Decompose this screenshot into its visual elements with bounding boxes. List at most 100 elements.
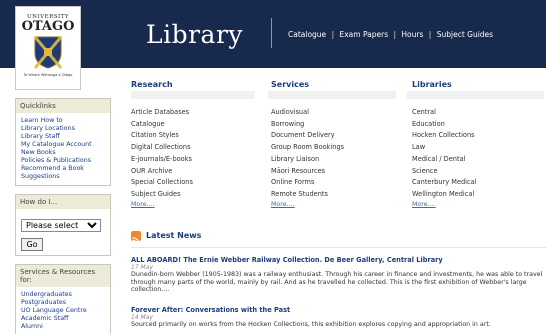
latest-news-label: Latest News: [146, 231, 202, 240]
research-link[interactable]: OUR Archive: [131, 167, 172, 175]
quicklink-item[interactable]: Library Staff: [21, 133, 105, 141]
news-item: ALL ABOARD! The Ernie Webber Railway Col…: [131, 256, 544, 294]
top-nav-catalogue[interactable]: Catalogue: [288, 30, 326, 39]
services-link[interactable]: Audiovisual: [271, 108, 309, 116]
research-link[interactable]: Special Collections: [131, 178, 193, 186]
news-title-link[interactable]: ALL ABOARD! The Ernie Webber Railway Col…: [131, 256, 544, 264]
services-column: Services Audiovisual Borrowing Document …: [271, 80, 344, 209]
site-header: UNIVERSITY OTAGO Te Whare Wānanga o Otāg…: [0, 0, 546, 90]
research-list: Article Databases Catalogue Citation Sty…: [131, 107, 193, 201]
top-nav-exam-papers[interactable]: Exam Papers: [339, 30, 388, 39]
quicklink-item[interactable]: New Books: [21, 149, 105, 157]
list-item: Group Room Bookings: [271, 142, 344, 154]
libraries-heading: Libraries: [412, 80, 452, 89]
top-nav-separator: |: [428, 30, 432, 39]
latest-news-heading: Latest News: [131, 231, 201, 240]
news-date: 17 May: [131, 264, 153, 271]
quicklink-item[interactable]: Recommend a Book: [21, 165, 105, 173]
research-more-link[interactable]: More....: [131, 201, 193, 209]
list-item: Audiovisual: [271, 107, 344, 119]
list-item: Subject Guides: [131, 189, 193, 201]
audience-link[interactable]: Alumni: [21, 323, 105, 331]
research-link[interactable]: Digital Collections: [131, 143, 191, 151]
research-link[interactable]: Citation Styles: [131, 131, 179, 139]
audience-link[interactable]: Undergraduates: [21, 291, 105, 299]
research-column: Research Article Databases Catalogue Cit…: [131, 80, 193, 209]
news-summary: Sourced primarily on works from the Hock…: [131, 321, 491, 328]
logo-otago-text: OTAGO: [21, 19, 75, 34]
libraries-link[interactable]: Science: [412, 167, 438, 175]
list-item: Medical / Dental: [412, 154, 477, 166]
quicklinks-box: Quicklinks Learn How to Library Location…: [15, 98, 111, 186]
libraries-link[interactable]: Wellington Medical: [412, 190, 474, 198]
services-link[interactable]: Remote Students: [271, 190, 328, 198]
list-item: Central: [412, 107, 477, 119]
audience-link[interactable]: Academic Staff: [21, 315, 105, 323]
services-more-link[interactable]: More....: [271, 201, 344, 209]
list-item: Hocken Collections: [412, 130, 477, 142]
news-item: Forever After: Conversations with the Pa…: [131, 306, 544, 329]
list-item: Māori Resources: [271, 166, 344, 178]
services-resources-box: Services & Resources for: Undergraduates…: [15, 264, 111, 334]
quicklink-item[interactable]: My Catalogue Account: [21, 141, 105, 149]
list-item: OUR Archive: [131, 166, 193, 178]
news-title-link[interactable]: Forever After: Conversations with the Pa…: [131, 306, 544, 314]
research-link[interactable]: E-journals/E-books: [131, 155, 192, 163]
list-item: Library Liaison: [271, 154, 344, 166]
crest-icon: [33, 36, 63, 69]
quicklinks-heading: Quicklinks: [16, 99, 110, 113]
libraries-link[interactable]: Law: [412, 143, 425, 151]
page-title: Library: [146, 20, 244, 49]
top-nav: Catalogue | Exam Papers | Hours | Subjec…: [288, 30, 493, 39]
top-nav-hours[interactable]: Hours: [401, 30, 423, 39]
services-list: Audiovisual Borrowing Document Delivery …: [271, 107, 344, 201]
libraries-column: Libraries Central Education Hocken Colle…: [412, 80, 477, 209]
list-item: Catalogue: [131, 119, 193, 131]
quicklink-item[interactable]: Policies & Publications: [21, 157, 105, 165]
go-button[interactable]: Go: [21, 238, 43, 251]
services-link[interactable]: Borrowing: [271, 120, 304, 128]
services-link[interactable]: Group Room Bookings: [271, 143, 344, 151]
audience-link[interactable]: Postgraduates: [21, 299, 105, 307]
news-date: 14 May: [131, 314, 153, 321]
list-item: Special Collections: [131, 177, 193, 189]
libraries-link[interactable]: Central: [412, 108, 436, 116]
services-link[interactable]: Document Delivery: [271, 131, 335, 139]
how-do-i-heading: How do I...: [16, 195, 110, 209]
list-item: Borrowing: [271, 119, 344, 131]
list-item: Canterbury Medical: [412, 177, 477, 189]
list-item: Wellington Medical: [412, 189, 477, 201]
quicklink-item[interactable]: Suggestions: [21, 173, 105, 181]
research-link[interactable]: Catalogue: [131, 120, 165, 128]
libraries-list: Central Education Hocken Collections Law…: [412, 107, 477, 201]
list-item: Education: [412, 119, 477, 131]
libraries-more-link[interactable]: More....: [412, 201, 477, 209]
research-link[interactable]: Subject Guides: [131, 190, 181, 198]
libraries-link[interactable]: Education: [412, 120, 445, 128]
university-logo[interactable]: UNIVERSITY OTAGO Te Whare Wānanga o Otāg…: [15, 6, 81, 90]
libraries-link[interactable]: Hocken Collections: [412, 131, 475, 139]
news-divider: [131, 247, 546, 248]
list-item: Document Delivery: [271, 130, 344, 142]
list-item: Citation Styles: [131, 130, 193, 142]
left-sidebar: Quicklinks Learn How to Library Location…: [15, 68, 111, 334]
quicklink-item[interactable]: Learn How to: [21, 117, 105, 125]
list-item: Law: [412, 142, 477, 154]
how-do-i-select[interactable]: Please select: [21, 219, 101, 232]
services-link[interactable]: Māori Resources: [271, 167, 325, 175]
services-link[interactable]: Online Forms: [271, 178, 314, 186]
services-heading: Services: [271, 80, 310, 89]
libraries-link[interactable]: Canterbury Medical: [412, 178, 477, 186]
quicklink-item[interactable]: Library Locations: [21, 125, 105, 133]
services-link[interactable]: Library Liaison: [271, 155, 319, 163]
top-nav-separator: |: [331, 30, 335, 39]
list-item: Remote Students: [271, 189, 344, 201]
libraries-link[interactable]: Medical / Dental: [412, 155, 465, 163]
services-resources-heading: Services & Resources for:: [16, 265, 110, 287]
title-divider: [271, 18, 272, 48]
research-link[interactable]: Article Databases: [131, 108, 189, 116]
top-nav-subject-guides[interactable]: Subject Guides: [437, 30, 493, 39]
top-nav-separator: |: [393, 30, 397, 39]
audience-link[interactable]: UO Language Centre: [21, 307, 105, 315]
how-do-i-box: How do I... Please select Go: [15, 194, 111, 256]
